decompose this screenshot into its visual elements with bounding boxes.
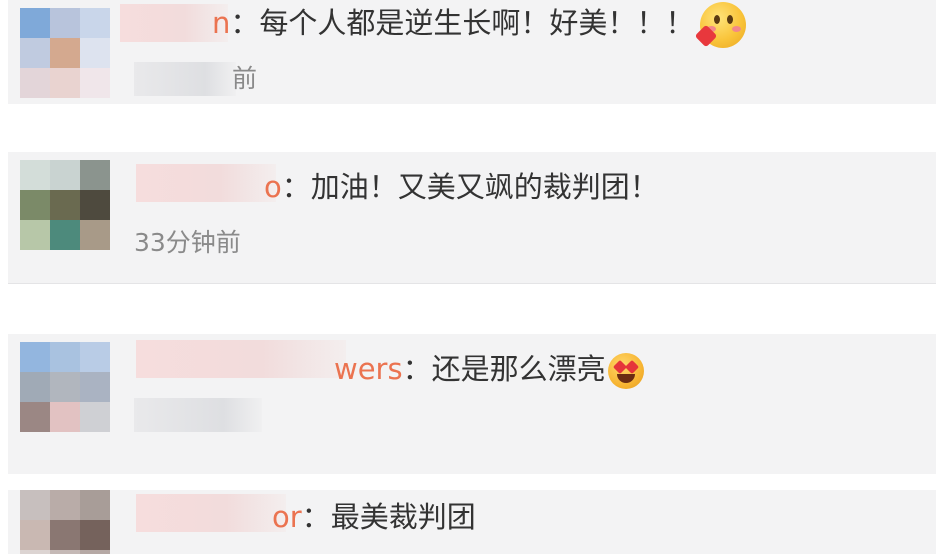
avatar[interactable] (20, 160, 110, 250)
comment-line: o：加油！又美又飒的裁判团！ (264, 168, 659, 206)
avatar-mosaic-cell (20, 520, 50, 550)
comment-item: wers：还是那么漂亮 (8, 334, 936, 474)
avatar-mosaic-cell (80, 8, 110, 38)
avatar-mosaic-cell (50, 490, 80, 520)
avatar-mosaic-cell (20, 220, 50, 250)
avatar-mosaic-cell (20, 190, 50, 220)
time-blur (134, 398, 262, 432)
heart-eyes-emoji-icon (607, 353, 644, 389)
comment-line: or：最美裁判团 (272, 498, 476, 536)
colon-separator: ： (230, 6, 260, 40)
comment-item: n：每个人都是逆生长啊！好美！！！ 前 (8, 0, 936, 104)
avatar[interactable] (20, 8, 110, 98)
avatar[interactable] (20, 490, 110, 554)
avatar-mosaic-cell (80, 490, 110, 520)
username[interactable]: wers (334, 352, 403, 386)
avatar-mosaic-cell (50, 220, 80, 250)
avatar-mosaic-cell (80, 160, 110, 190)
avatar[interactable] (20, 342, 110, 432)
avatar-mosaic-cell (80, 402, 110, 432)
avatar-mosaic-cell (80, 550, 110, 554)
colon-separator: ： (402, 352, 432, 386)
comment-item: or：最美裁判团 (8, 490, 936, 554)
avatar-mosaic-cell (50, 68, 80, 98)
time-blur (134, 62, 236, 96)
avatar-mosaic-cell (20, 372, 50, 402)
avatar-mosaic-cell (50, 550, 80, 554)
avatar-mosaic-cell (20, 550, 50, 554)
comment-list: n：每个人都是逆生长啊！好美！！！ 前 o：加油！又美又飒的裁判团！ 33分钟前… (0, 0, 948, 554)
timestamp: 33分钟前 (134, 228, 241, 257)
colon-separator: ： (301, 500, 331, 534)
avatar-mosaic-cell (20, 342, 50, 372)
avatar-mosaic-cell (20, 8, 50, 38)
avatar-mosaic-cell (80, 220, 110, 250)
username[interactable]: n (212, 6, 230, 40)
avatar-mosaic-cell (80, 520, 110, 550)
avatar-mosaic-cell (50, 402, 80, 432)
avatar-mosaic-cell (50, 372, 80, 402)
avatar-mosaic-cell (50, 190, 80, 220)
username-blur[interactable] (136, 164, 276, 202)
comment-text: 每个人都是逆生长啊！好美！！！ (259, 6, 695, 40)
timestamp: 前 (232, 64, 258, 93)
username-blur[interactable] (136, 494, 286, 532)
avatar-mosaic-cell (50, 342, 80, 372)
avatar-mosaic-cell (80, 68, 110, 98)
avatar-mosaic-cell (20, 402, 50, 432)
comment-item: o：加油！又美又飒的裁判团！ 33分钟前 (8, 152, 936, 284)
avatar-mosaic-cell (20, 38, 50, 68)
comment-line: wers：还是那么漂亮 (334, 350, 644, 389)
avatar-mosaic-cell (50, 38, 80, 68)
username[interactable]: o (264, 170, 282, 204)
avatar-mosaic-cell (80, 342, 110, 372)
avatar-mosaic-cell (80, 38, 110, 68)
avatar-mosaic-cell (20, 490, 50, 520)
blush-heart-emoji-icon (695, 2, 747, 48)
colon-separator: ： (281, 170, 311, 204)
comment-text: 还是那么漂亮 (431, 352, 606, 386)
avatar-mosaic-cell (50, 520, 80, 550)
avatar-mosaic-cell (80, 372, 110, 402)
comment-text: 加油！又美又飒的裁判团！ (310, 170, 659, 204)
comment-text: 最美裁判团 (330, 500, 476, 534)
comment-line: n：每个人都是逆生长啊！好美！！！ (212, 2, 747, 48)
avatar-mosaic-cell (50, 160, 80, 190)
avatar-mosaic-cell (20, 68, 50, 98)
avatar-mosaic-cell (80, 190, 110, 220)
username[interactable]: or (272, 500, 302, 534)
username-blur[interactable] (136, 340, 346, 378)
avatar-mosaic-cell (50, 8, 80, 38)
avatar-mosaic-cell (20, 160, 50, 190)
